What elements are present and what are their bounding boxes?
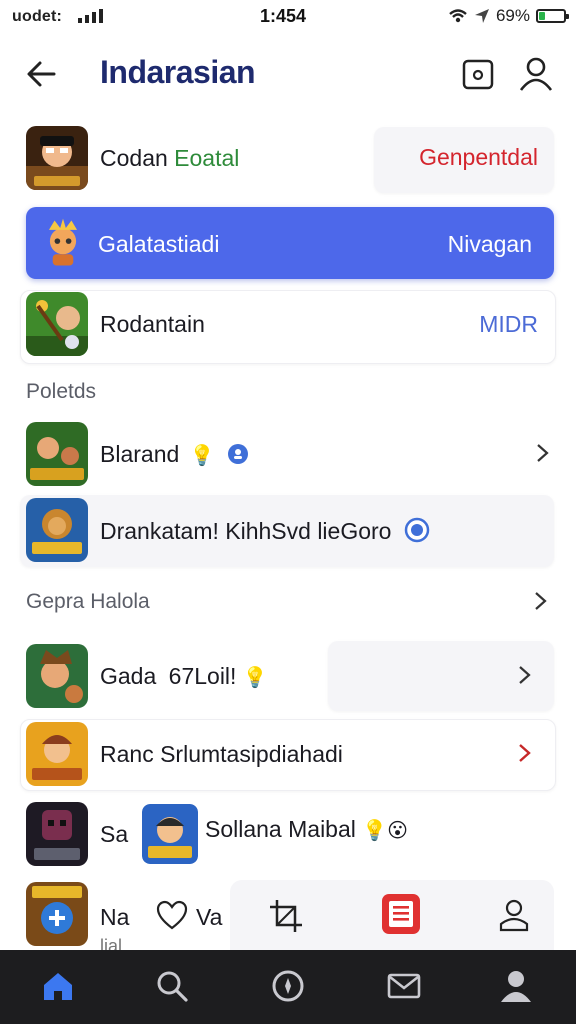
- page-title: Indarasian: [100, 54, 256, 90]
- floating-toolbar: [230, 880, 554, 950]
- row-label: Rodantain: [100, 311, 205, 337]
- action-link[interactable]: MIDR: [479, 311, 538, 338]
- row-label: Blarand: [100, 441, 180, 467]
- list-item[interactable]: Codan Eoatal Genpentdal: [20, 124, 556, 194]
- game-icon-arcade: [26, 882, 88, 946]
- list-item[interactable]: Drankatam! KihhSvd lieGoro: [20, 496, 556, 566]
- camera-icon[interactable]: [458, 54, 498, 94]
- row-label: Ranc Srlumtasipdiahadi: [100, 741, 343, 767]
- row-label-secondary: Eoatal: [174, 145, 240, 171]
- user-outline-icon[interactable]: [498, 898, 530, 932]
- crop-icon[interactable]: [268, 898, 304, 934]
- game-icon-warrior: [48, 218, 78, 266]
- row-label: Galatastiadi: [98, 231, 220, 257]
- game-icon-jungle: [26, 422, 88, 486]
- signal-icon: [78, 9, 103, 23]
- wifi-icon: [449, 9, 467, 23]
- chevron-right-icon[interactable]: [514, 664, 534, 686]
- list-item[interactable]: Gada 67Loil! 💡: [20, 642, 556, 712]
- selected-list-item[interactable]: Galatastiadi Nivagan: [26, 207, 554, 279]
- game-icon-dungeon: [26, 802, 88, 866]
- game-icon-pirate: [26, 126, 88, 190]
- status-bar: uodet: 1:454 69%: [0, 0, 576, 34]
- row-label: Na: [100, 904, 130, 930]
- chevron-right-icon[interactable]: [532, 442, 552, 464]
- list-item[interactable]: Rodantain MIDR: [20, 290, 556, 360]
- carrier-label: uodet:: [12, 8, 63, 25]
- game-icon-princess: [26, 722, 88, 786]
- mail-icon[interactable]: [386, 968, 422, 1004]
- battery-percent: 69%: [495, 6, 530, 25]
- action-link[interactable]: Nivagan: [448, 231, 532, 258]
- bulb-icon: 💡: [242, 667, 268, 689]
- user-icon[interactable]: [516, 54, 556, 94]
- clock: 1:454: [260, 6, 307, 26]
- row-sub-label: lial: [100, 936, 123, 950]
- row-label: Sa: [100, 821, 129, 847]
- app-header: Indarasian: [0, 40, 576, 106]
- section-header: Poletds: [26, 380, 97, 403]
- search-icon[interactable]: [154, 968, 190, 1004]
- section-header: Gepra Halola: [26, 590, 150, 613]
- row-label-secondary: Va: [196, 904, 223, 930]
- profile-icon[interactable]: [498, 968, 534, 1004]
- emoji-icon: 💡😮: [362, 820, 409, 842]
- row-label: Gada: [100, 663, 157, 689]
- game-icon-adventure: [26, 292, 88, 356]
- chevron-right-icon[interactable]: [530, 590, 550, 612]
- battery-icon: [536, 9, 569, 23]
- compass-icon[interactable]: [270, 968, 306, 1004]
- list-item[interactable]: Blarand 💡: [20, 420, 556, 490]
- game-icon-viking: [26, 644, 88, 708]
- chevron-right-icon[interactable]: [514, 742, 534, 764]
- heart-icon[interactable]: [156, 900, 188, 930]
- game-icon-hero: [142, 804, 198, 864]
- bottom-navigation: [0, 950, 576, 1024]
- row-label-secondary: 67Loil!: [168, 663, 237, 689]
- badge-icon: [227, 444, 248, 464]
- row-label: Drankatam! KihhSvd lieGoro: [100, 518, 392, 544]
- location-icon: [474, 9, 489, 23]
- bulb-icon: 💡: [189, 445, 215, 467]
- badge-icon: [404, 517, 430, 543]
- home-icon[interactable]: [40, 968, 76, 1004]
- list-item[interactable]: Sa Sollana Maibal 💡😮: [20, 800, 556, 870]
- action-link[interactable]: Genpentdal: [419, 144, 538, 171]
- game-icon-lion: [26, 498, 88, 562]
- back-arrow-icon[interactable]: [22, 54, 62, 94]
- row-label: Codan: [100, 145, 168, 171]
- row-label-secondary: Sollana Maibal: [205, 816, 356, 842]
- document-icon[interactable]: [380, 892, 422, 936]
- list-item[interactable]: Ranc Srlumtasipdiahadi: [20, 720, 556, 790]
